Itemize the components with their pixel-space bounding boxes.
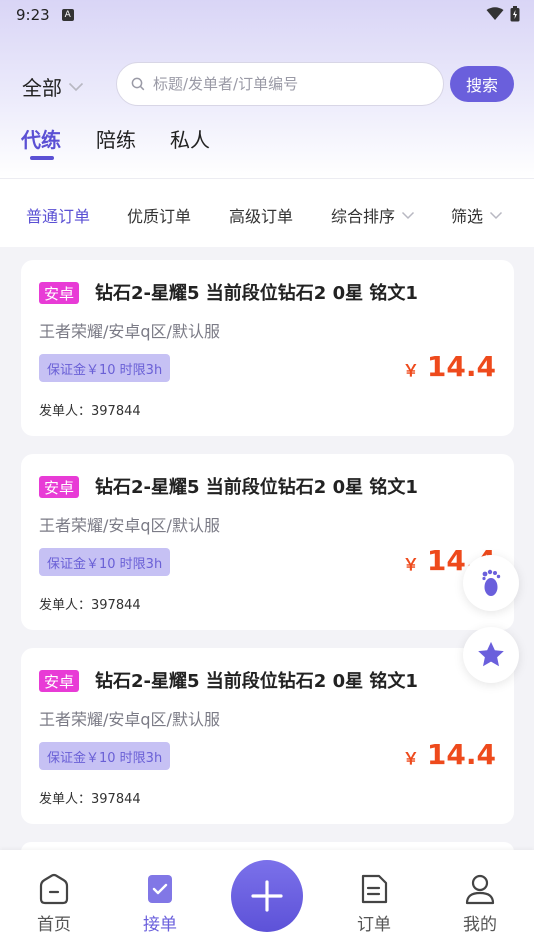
status-indicators	[486, 6, 520, 22]
order-issuer: 发单人：397844	[39, 792, 141, 807]
sort-selector[interactable]: 综合排序	[331, 203, 415, 227]
filter-label: 筛选	[451, 207, 484, 226]
search-button[interactable]: 搜索	[450, 66, 514, 102]
footprint-icon	[482, 569, 501, 596]
status-time: 9:23	[16, 6, 50, 24]
order-list-icon	[361, 874, 388, 904]
notification-icon: A	[61, 9, 74, 21]
order-price: ￥ 14.4	[403, 350, 496, 383]
tab-coaching[interactable]: 陪练	[96, 124, 136, 153]
nav-profile[interactable]: 我的	[440, 872, 520, 935]
order-server: 王者荣耀/安卓q区/默认服	[39, 322, 220, 341]
currency-symbol: ￥	[402, 749, 419, 768]
order-card[interactable]: 安卓 钻石2-星耀5 当前段位钻石2 0星 铭文1 王者荣耀/安卓q区/默认服 …	[21, 454, 514, 630]
chevron-down-icon	[68, 82, 84, 91]
wifi-icon	[486, 7, 504, 20]
take-order-icon	[148, 875, 172, 903]
deposit-tag: 保证金￥10 时限3h	[39, 548, 171, 576]
filter-normal-orders[interactable]: 普通订单	[26, 203, 90, 227]
active-tab-indicator	[30, 156, 54, 160]
currency-symbol: ￥	[402, 361, 419, 380]
status-bar: 9:23 A	[0, 0, 534, 30]
chevron-down-icon	[489, 211, 503, 219]
order-title: 钻石2-星耀5 当前段位钻石2 0星 铭文1	[95, 477, 418, 498]
currency-symbol: ￥	[402, 555, 419, 574]
price-value: 14.4	[426, 350, 496, 383]
tab-boosting[interactable]: 代练	[21, 124, 61, 153]
filter-quality-orders[interactable]: 优质订单	[127, 203, 191, 227]
price-value: 14.4	[426, 738, 496, 771]
star-icon	[478, 641, 504, 667]
search-input[interactable]	[153, 75, 433, 93]
publish-button[interactable]	[231, 860, 303, 932]
scope-label: 全部	[22, 76, 62, 100]
sort-label: 综合排序	[331, 207, 396, 226]
nav-take-order[interactable]: 接单	[120, 872, 200, 935]
order-title: 钻石2-星耀5 当前段位钻石2 0星 铭文1	[95, 671, 418, 692]
main-tabs: 代练 陪练 私人	[0, 120, 534, 164]
tab-private[interactable]: 私人	[170, 124, 210, 153]
platform-badge: 安卓	[39, 670, 80, 692]
scope-selector[interactable]: 全部	[22, 72, 84, 101]
plus-icon	[251, 880, 283, 912]
order-card[interactable]: 安卓 钻石2-星耀5 当前段位钻石2 0星 铭文1 王者荣耀/安卓q区/默认服 …	[21, 260, 514, 436]
platform-badge: 安卓	[39, 476, 80, 498]
nav-home[interactable]: 首页	[14, 872, 94, 935]
filter-selector[interactable]: 筛选	[451, 203, 503, 227]
order-server: 王者荣耀/安卓q区/默认服	[39, 516, 220, 535]
battery-icon	[510, 6, 520, 22]
footprint-button[interactable]	[463, 555, 519, 611]
profile-icon	[465, 874, 495, 905]
favorite-button[interactable]	[463, 627, 519, 683]
search-icon	[131, 77, 145, 91]
search-box[interactable]	[116, 62, 444, 106]
nav-home-label: 首页	[37, 915, 71, 935]
chevron-down-icon	[401, 211, 415, 219]
nav-take-order-label: 接单	[143, 915, 177, 935]
filter-premium-orders[interactable]: 高级订单	[229, 203, 293, 227]
bottom-nav: 首页 接单 订单 我的	[0, 850, 534, 950]
nav-profile-label: 我的	[463, 915, 497, 935]
order-title: 钻石2-星耀5 当前段位钻石2 0星 铭文1	[95, 283, 418, 304]
deposit-tag: 保证金￥10 时限3h	[39, 354, 171, 382]
order-issuer: 发单人：397844	[39, 598, 141, 613]
order-issuer: 发单人：397844	[39, 404, 141, 419]
order-price: ￥ 14.4	[403, 738, 496, 771]
platform-badge: 安卓	[39, 282, 80, 304]
nav-orders[interactable]: 订单	[334, 872, 414, 935]
order-server: 王者荣耀/安卓q区/默认服	[39, 710, 220, 729]
search-row: 全部 搜索	[0, 62, 534, 108]
home-icon	[39, 873, 69, 905]
filter-bar: 普通订单 优质订单 高级订单 综合排序 筛选	[0, 179, 534, 247]
order-card[interactable]: 安卓 钻石2-星耀5 当前段位钻石2 0星 铭文1 王者荣耀/安卓q区/默认服 …	[21, 648, 514, 824]
deposit-tag: 保证金￥10 时限3h	[39, 742, 171, 770]
nav-orders-label: 订单	[357, 915, 391, 935]
